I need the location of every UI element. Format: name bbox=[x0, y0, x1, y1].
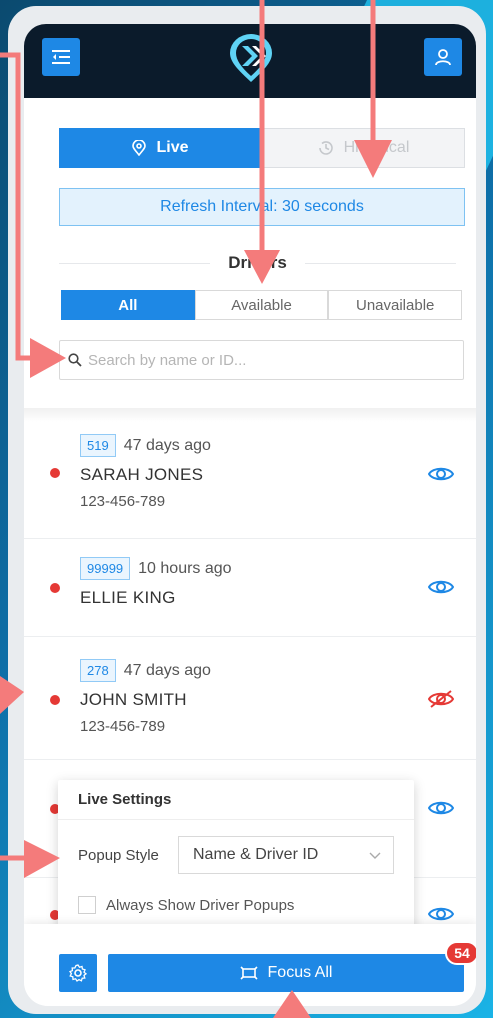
status-dot bbox=[50, 583, 60, 593]
menu-button[interactable] bbox=[42, 38, 80, 76]
driver-id-badge: 99999 bbox=[80, 557, 131, 580]
always-show-popups-option[interactable]: Always Show Driver Popups bbox=[58, 896, 414, 914]
filter-unavailable[interactable]: Unavailable bbox=[328, 290, 463, 320]
always-show-popups-label: Always Show Driver Popups bbox=[106, 896, 295, 914]
tab-historical[interactable]: Historical bbox=[262, 128, 465, 168]
driver-row[interactable]: 519 47 days ago SARAH JONES 123-456-789 bbox=[24, 422, 476, 539]
driver-name: SARAH JONES bbox=[80, 465, 204, 484]
driver-count-badge: 54 bbox=[445, 941, 476, 965]
driver-info: 278 47 days ago JOHN SMITH 123-456-789 bbox=[80, 659, 211, 735]
search-input[interactable]: Search by name or ID... bbox=[59, 340, 464, 380]
app-logo bbox=[230, 34, 272, 82]
eye-hidden-icon[interactable] bbox=[428, 689, 454, 709]
drivers-section-header: Drivers bbox=[59, 248, 457, 278]
divider bbox=[59, 262, 211, 264]
user-icon bbox=[435, 49, 451, 66]
focus-frame-icon bbox=[239, 966, 258, 980]
popup-style-label: Popup Style bbox=[78, 846, 159, 864]
focus-all-button[interactable]: Focus All bbox=[108, 954, 464, 992]
gear-icon bbox=[69, 964, 87, 982]
driver-info: 99999 10 hours ago ELLIE KING bbox=[80, 557, 232, 608]
panel-shadow bbox=[24, 408, 476, 422]
control-panel: Live Historical Refresh Interval: 30 sec… bbox=[24, 98, 476, 380]
driver-phone: 123-456-789 bbox=[80, 718, 166, 735]
refresh-interval-button[interactable]: Refresh Interval: 30 seconds bbox=[59, 188, 465, 226]
eye-icon[interactable] bbox=[428, 577, 454, 597]
status-dot bbox=[50, 468, 60, 478]
status-dot bbox=[50, 695, 60, 705]
driver-name: ELLIE KING bbox=[80, 588, 176, 607]
divider bbox=[304, 262, 457, 264]
driver-id-badge: 519 bbox=[80, 434, 116, 457]
driver-name: JOHN SMITH bbox=[80, 690, 187, 709]
top-bar bbox=[24, 24, 476, 98]
always-show-popups-checkbox[interactable] bbox=[78, 896, 96, 914]
location-pin-icon bbox=[132, 140, 147, 156]
settings-button[interactable] bbox=[59, 954, 97, 992]
mode-tabs: Live Historical bbox=[59, 128, 465, 168]
eye-icon[interactable] bbox=[428, 798, 454, 818]
popup-style-select[interactable]: Name & Driver ID bbox=[178, 836, 394, 874]
user-button[interactable] bbox=[424, 38, 462, 76]
drivers-heading: Drivers bbox=[228, 253, 287, 272]
tab-live[interactable]: Live bbox=[59, 128, 262, 168]
driver-phone: 123-456-789 bbox=[80, 493, 166, 510]
driver-info: 519 47 days ago SARAH JONES 123-456-789 bbox=[80, 434, 211, 510]
eye-icon[interactable] bbox=[428, 464, 454, 484]
driver-filter-tabs: All Available Unavailable bbox=[61, 290, 463, 320]
history-clock-icon bbox=[318, 141, 333, 155]
eye-icon[interactable] bbox=[428, 904, 454, 924]
filter-all[interactable]: All bbox=[61, 290, 195, 320]
menu-collapse-icon bbox=[52, 50, 70, 64]
tab-historical-label: Historical bbox=[343, 139, 410, 156]
chevron-down-icon bbox=[369, 852, 381, 859]
focus-all-label: Focus All bbox=[267, 964, 333, 981]
live-settings-popover: Live Settings Popup Style Name & Driver … bbox=[58, 780, 414, 936]
search-icon bbox=[68, 353, 82, 367]
last-seen: 47 days ago bbox=[123, 436, 211, 454]
driver-row[interactable]: 99999 10 hours ago ELLIE KING bbox=[24, 539, 476, 637]
app-screen: Live Historical Refresh Interval: 30 sec… bbox=[24, 24, 476, 1006]
popup-style-value: Name & Driver ID bbox=[193, 846, 319, 863]
bottom-bar: Focus All bbox=[24, 924, 476, 1006]
device-frame: Live Historical Refresh Interval: 30 sec… bbox=[8, 6, 486, 1014]
last-seen: 47 days ago bbox=[123, 661, 211, 679]
driver-row[interactable]: 278 47 days ago JOHN SMITH 123-456-789 bbox=[24, 637, 476, 760]
live-settings-title: Live Settings bbox=[58, 780, 414, 820]
last-seen: 10 hours ago bbox=[138, 559, 232, 577]
search-placeholder: Search by name or ID... bbox=[88, 351, 247, 369]
driver-id-badge: 278 bbox=[80, 659, 116, 682]
filter-available[interactable]: Available bbox=[194, 290, 329, 320]
tab-live-label: Live bbox=[156, 139, 189, 156]
refresh-interval-label: Refresh Interval: 30 seconds bbox=[160, 198, 364, 215]
